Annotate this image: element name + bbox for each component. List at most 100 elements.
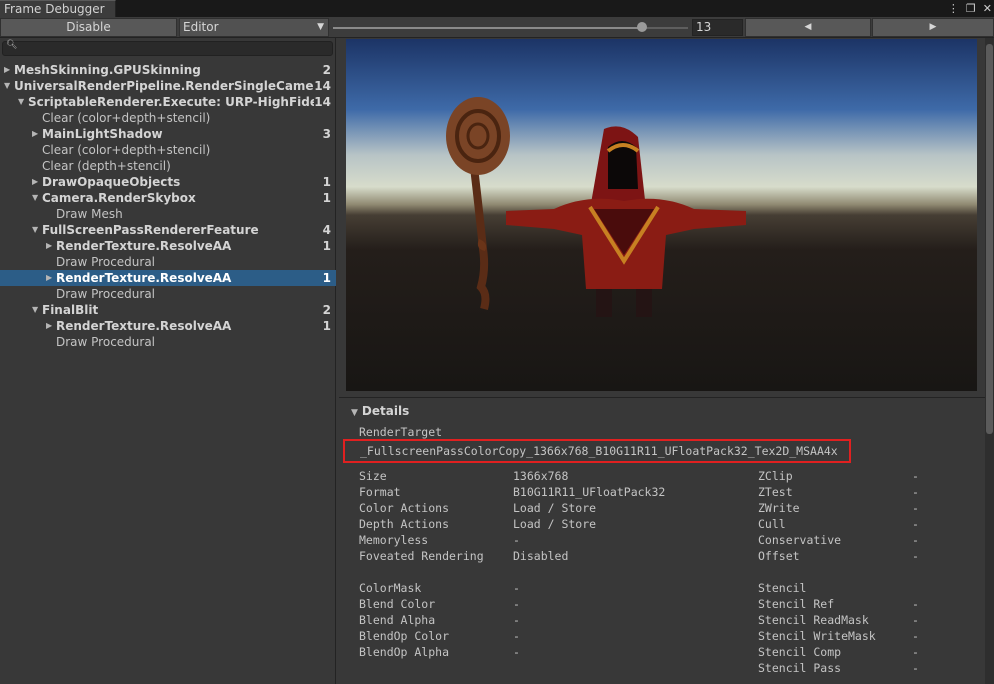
property-name: ZClip [758,469,793,483]
property-name: Stencil Ref [758,597,835,611]
property-name: Blend Color [359,597,436,611]
property-name: Memoryless [359,533,429,547]
render-target-label: RenderTarget [359,425,443,439]
tree-row-label: Draw Procedural [56,255,156,269]
property-value: B10G11R11_UFloatPack32 [513,485,666,499]
window-tab[interactable]: Frame Debugger [0,0,116,17]
tree-row-label: FinalBlit [42,303,99,317]
tree-row[interactable]: Clear (color+depth+stencil) [0,110,336,126]
tree-row-label: FullScreenPassRendererFeature [42,223,259,237]
arrow-right-icon: ▶ [929,22,937,32]
tree-row[interactable]: Draw Procedural [0,286,336,302]
tree-row[interactable]: ▼ ScriptableRenderer.Execute: URP-HighFid… [0,94,336,110]
tree-row[interactable]: ▶ MeshSkinning.GPUSkinning 2 [0,62,336,78]
event-slider-fill [333,27,642,29]
expand-down-icon[interactable]: ▼ [32,302,42,318]
tree-row[interactable]: ▼ FinalBlit 2 [0,302,336,318]
expand-right-icon[interactable]: ▶ [46,270,56,286]
more-icon[interactable]: ⋮ [948,2,959,15]
property-value: Load / Store [513,501,597,515]
tree-row-label: RenderTexture.ResolveAA [56,239,232,253]
tree-row[interactable]: ▶ RenderTexture.ResolveAA 1 [0,318,336,334]
property-value: - [513,581,520,595]
vertical-scrollbar-thumb[interactable] [986,44,993,434]
event-slider[interactable] [333,22,688,32]
close-icon[interactable]: ✕ [983,2,992,15]
property-value: - [912,613,919,627]
tree-row-count: 3 [322,127,331,141]
tree-row-label: Clear (color+depth+stencil) [42,111,211,125]
expand-down-icon[interactable]: ▼ [18,94,28,110]
search-input[interactable]: 🔍︎ [2,40,333,56]
tree-row-count: 2 [322,303,331,317]
tree-row-label: ScriptableRenderer.Execute: URP-HighFide… [28,95,314,109]
tree-row[interactable]: ▶ MainLightShadow 3 [0,126,336,142]
tree-row-label: Draw Procedural [56,287,156,301]
expand-right-icon[interactable]: ▶ [4,62,14,78]
property-value: - [912,645,919,659]
property-name: BlendOp Alpha [359,645,450,659]
tree-row[interactable]: ▶ DrawOpaqueObjects 1 [0,174,336,190]
tree-row-label: MeshSkinning.GPUSkinning [14,63,201,77]
details-header[interactable]: ▼ Details [351,404,409,418]
tree-row[interactable]: ▼ FullScreenPassRendererFeature 4 [0,222,336,238]
tree-row[interactable]: Draw Mesh [0,206,336,222]
tree-row-label: RenderTexture.ResolveAA [56,271,232,285]
property-value: - [513,613,520,627]
preview-panel: ▼ Details RenderTarget _FullscreenPassCol… [337,38,994,684]
property-name: BlendOp Color [359,629,450,643]
disable-button[interactable]: Disable [0,18,177,37]
tree-row-label: MainLightShadow [42,127,163,141]
property-name: Stencil Pass [758,661,842,675]
property-value: - [912,549,919,563]
expand-down-icon[interactable]: ▼ [32,190,42,206]
tree-row[interactable]: Draw Procedural [0,334,336,350]
tree-row[interactable]: ▼ UniversalRenderPipeline.RenderSingleCam… [0,78,336,94]
tree-row[interactable]: ▶ RenderTexture.ResolveAA 1 [0,270,336,286]
expand-right-icon[interactable]: ▶ [46,238,56,254]
arrow-left-icon: ◀ [804,22,812,32]
property-name: Depth Actions [359,517,450,531]
expand-down-icon[interactable]: ▼ [32,222,42,238]
property-value: - [912,629,919,643]
property-name: Foveated Rendering [359,549,484,563]
property-name: Color Actions [359,501,450,515]
property-value: - [513,645,520,659]
render-target-value[interactable]: _FullscreenPassColorCopy_1366x768_B10G11… [343,439,851,463]
tree-row[interactable]: Clear (depth+stencil) [0,158,336,174]
tree-row-label: UniversalRenderPipeline.RenderSingleCame… [14,79,314,93]
property-name: Stencil ReadMask [758,613,869,627]
event-slider-handle[interactable] [636,22,647,32]
property-value: - [912,597,919,611]
property-value: - [912,533,919,547]
property-name: Cull [758,517,786,531]
expand-down-icon[interactable]: ▼ [4,78,14,94]
tree-row[interactable]: Clear (color+depth+stencil) [0,142,336,158]
tree-row[interactable]: Draw Procedural [0,254,336,270]
property-name: Conservative [758,533,842,547]
tree-row[interactable]: ▼ Camera.RenderSkybox 1 [0,190,336,206]
expand-right-icon[interactable]: ▶ [32,126,42,142]
property-value: - [912,485,919,499]
property-name: Size [359,469,387,483]
vertical-scrollbar[interactable] [985,38,994,684]
tree-row-label: Clear (color+depth+stencil) [42,143,211,157]
tree-row-label: Clear (depth+stencil) [42,159,171,173]
next-event-button[interactable]: ▶ [872,18,994,37]
property-name: ColorMask [359,581,422,595]
event-index-field[interactable]: 13 [692,19,743,36]
property-value: - [912,517,919,531]
property-name: Blend Alpha [359,613,436,627]
previous-event-button[interactable]: ◀ [745,18,871,37]
target-dropdown-value: Editor [183,20,219,34]
target-dropdown[interactable]: Editor ▼ [179,18,329,37]
tree-row-label: Draw Procedural [56,335,156,349]
expand-right-icon[interactable]: ▶ [32,174,42,190]
property-name: Format [359,485,401,499]
property-name: ZTest [758,485,793,499]
toolbar: Disable Editor ▼ 13 ◀ ▶ [0,17,994,38]
expand-right-icon[interactable]: ▶ [46,318,56,334]
tree-row[interactable]: ▶ RenderTexture.ResolveAA 1 [0,238,336,254]
tree-row-label: RenderTexture.ResolveAA [56,319,232,333]
maximize-icon[interactable]: ❐ [966,2,976,15]
